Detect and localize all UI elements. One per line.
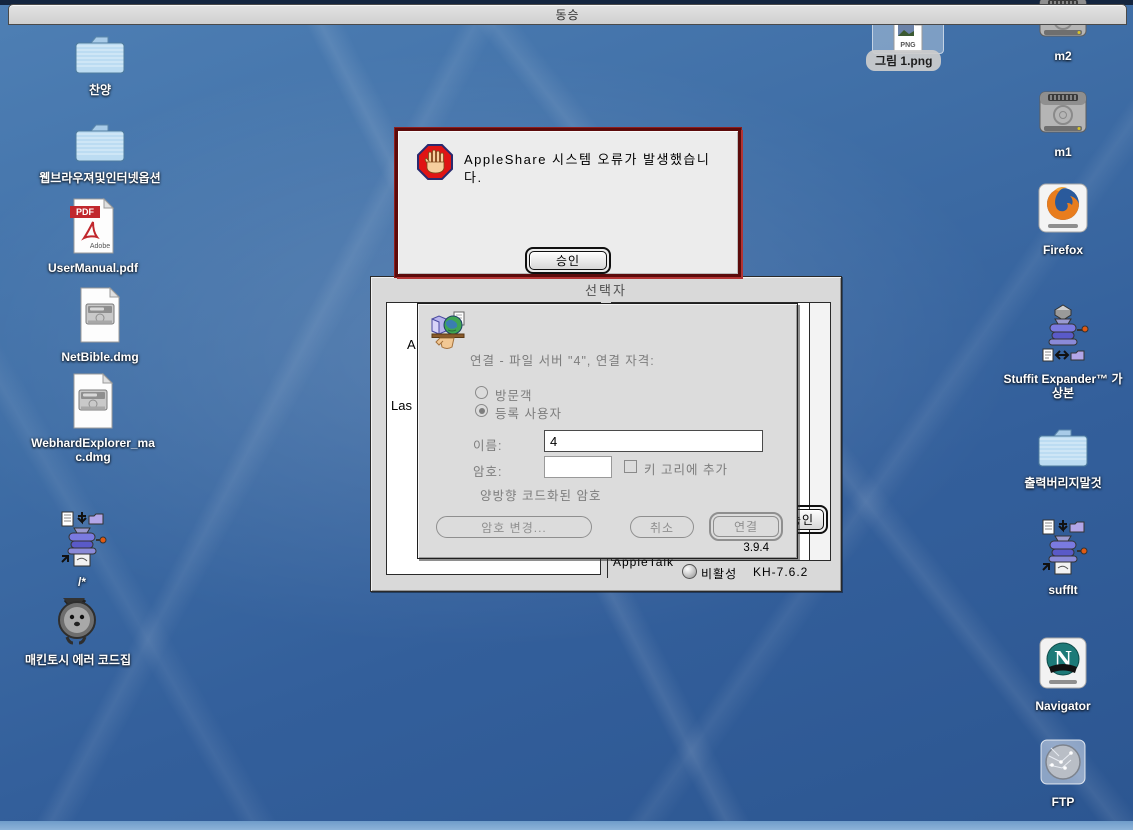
name-input[interactable] — [544, 430, 763, 452]
desktop-icon-firefox[interactable]: Firefox — [1018, 182, 1108, 257]
icon-label: 찬양 — [89, 83, 111, 97]
guest-radio-label[interactable]: 방문객 — [495, 385, 533, 404]
desktop-icon-usermanual-pdf[interactable]: PDF Adobe UserManual.pdf — [48, 198, 138, 275]
chooser-window-title: 선택자 — [371, 280, 841, 299]
keychain-checkbox-label[interactable]: 키 고리에 추가 — [644, 459, 728, 478]
svg-text:PDF: PDF — [76, 207, 95, 217]
icon-label: m1 — [1054, 145, 1071, 159]
password-input[interactable] — [544, 456, 612, 478]
error-message: AppleShare 시스템 오류가 발생했습니다. — [464, 151, 724, 187]
folder-icon — [73, 120, 127, 169]
creature-icon — [53, 592, 103, 651]
icon-label: Navigator — [1035, 699, 1090, 713]
desktop-icon-output-folder[interactable]: 출력버리지말것 — [1013, 425, 1113, 490]
connect-dialog-version: 3.9.4 — [743, 542, 769, 554]
desktop-icon-mac-error-codes[interactable]: 매킨토시 에러 코드집 — [8, 592, 148, 667]
icon-label: NetBible.dmg — [61, 350, 138, 364]
desktop-icon-m1[interactable]: m1 — [1018, 86, 1108, 159]
folder-icon — [73, 32, 127, 81]
icon-label: 웹브라우져및인터넷옵션 — [39, 171, 160, 185]
connect-button[interactable]: 연결 — [709, 512, 783, 541]
desktop-icon-web-browser-folder[interactable]: 웹브라우져및인터넷옵션 — [20, 120, 180, 185]
firefox-icon — [1035, 182, 1091, 241]
navigator-icon: N — [1035, 636, 1091, 697]
password-label: 암호: — [473, 461, 502, 480]
ftp-globe-cube-icon — [1037, 736, 1089, 793]
desktop-icon-suffit[interactable]: suffIt — [1018, 518, 1108, 597]
icon-label: WebhardExplorer_mac.dmg — [28, 436, 158, 464]
connect-dialog-header: 연결 - 파일 서버 "4", 연결 자격: — [470, 350, 655, 369]
desktop-icon-webhardexplorer-dmg[interactable]: WebhardExplorer_mac.dmg — [28, 373, 158, 464]
stuffit-expander-icon — [56, 510, 108, 573]
desktop-icon-ftp[interactable]: FTP — [1018, 736, 1108, 809]
desktop-icon-stuffit-expander[interactable]: Stuffit Expander™ 가상본 — [1002, 303, 1124, 400]
chooser-version: KH-7.6.2 — [753, 565, 808, 579]
name-label: 이름: — [473, 435, 502, 454]
icon-label: UserManual.pdf — [48, 261, 138, 275]
appleshare-error-dialog[interactable]: AppleShare 시스템 오류가 발생했습니다. 승인 — [395, 128, 741, 277]
disk-image-icon — [78, 287, 122, 348]
selected-file-label[interactable]: 그림 1.png — [866, 50, 941, 71]
device-list-item-fragment: A — [407, 337, 416, 352]
bottom-light-strip — [0, 821, 1133, 830]
registered-user-radio[interactable] — [475, 404, 488, 417]
desktop-icon-netbible-dmg[interactable]: NetBible.dmg — [55, 287, 145, 364]
desktop-icon-navigator[interactable]: N Navigator — [1013, 636, 1113, 713]
disk-image-icon — [71, 373, 115, 434]
icon-label: 출력버리지말것 — [1024, 476, 1101, 490]
appletalk-inactive-radio[interactable] — [682, 564, 697, 579]
desktop-icon-slash-star-alias[interactable]: /* — [42, 510, 122, 589]
icon-label: m2 — [1054, 49, 1071, 63]
stuffit-expander-icon — [1037, 518, 1089, 581]
icon-label: suffIt — [1048, 583, 1077, 597]
cancel-button[interactable]: 취소 — [630, 516, 694, 538]
icon-label: 매킨토시 에러 코드집 — [25, 653, 131, 667]
svg-text:PNG: PNG — [900, 42, 916, 49]
change-password-button[interactable]: 암호 변경... — [436, 516, 592, 538]
guest-radio[interactable] — [475, 386, 488, 399]
desktop: PNG 그림 1.png 동승 찬양 웹브라우져및인터 — [0, 0, 1133, 830]
keychain-checkbox[interactable] — [624, 460, 637, 473]
hard-drive-icon — [1036, 86, 1090, 143]
folder-icon — [1036, 425, 1090, 474]
registered-user-radio-label[interactable]: 등록 사용자 — [495, 403, 562, 422]
appleshare-icon — [428, 310, 470, 357]
icon-label: /* — [78, 575, 86, 589]
device-list-item-fragment: Las — [391, 398, 412, 413]
window-title-bar[interactable]: 동승 — [8, 4, 1127, 25]
appletalk-inactive-label: 비활성 — [701, 565, 737, 582]
icon-label: Firefox — [1043, 243, 1083, 257]
appleshare-connect-dialog[interactable]: 연결 - 파일 서버 "4", 연결 자격: 방문객 등록 사용자 이름: 암호… — [417, 303, 798, 559]
svg-text:Adobe: Adobe — [90, 243, 110, 250]
encryption-note: 양방향 코드화된 암호 — [480, 485, 601, 504]
desktop-icon-chanyang[interactable]: 찬양 — [55, 32, 145, 97]
icon-label: FTP — [1052, 795, 1075, 809]
stuffit-expander-icon — [1035, 303, 1091, 370]
stop-hand-icon — [416, 143, 454, 186]
window-title: 동승 — [555, 6, 579, 23]
error-ok-button[interactable]: 승인 — [525, 247, 611, 274]
pdf-file-icon: PDF Adobe — [70, 198, 116, 259]
icon-label: Stuffit Expander™ 가상본 — [1002, 372, 1124, 400]
